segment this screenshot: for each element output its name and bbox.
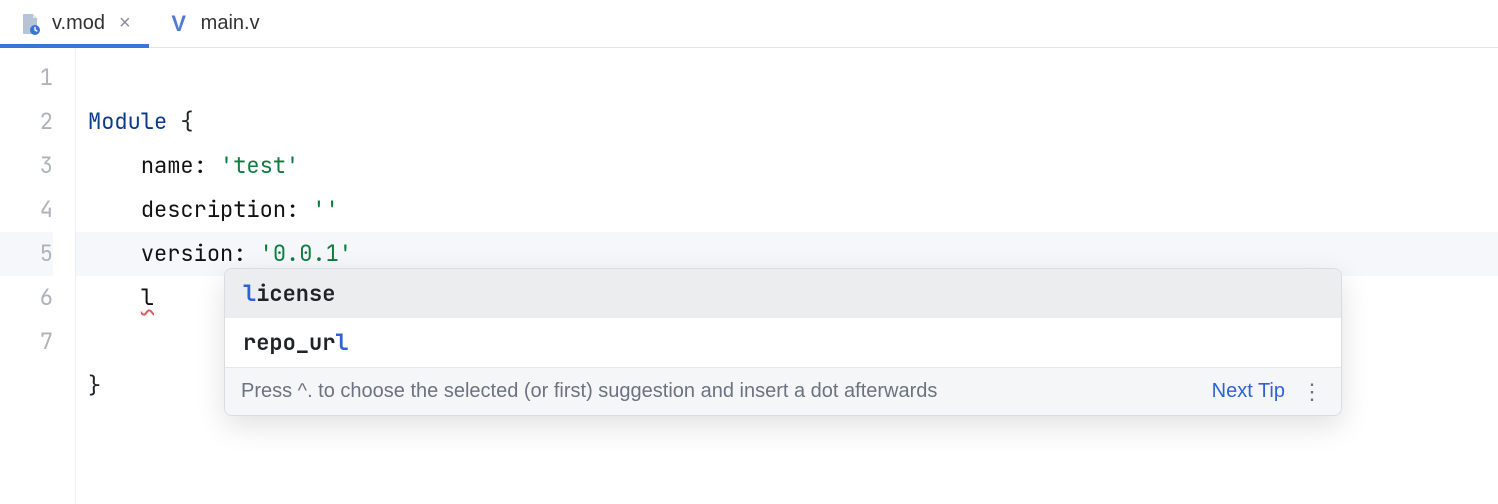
string-value: '0.0.1' bbox=[260, 239, 352, 268]
autocomplete-item-license[interactable]: license bbox=[225, 269, 1341, 318]
prop-version: version bbox=[141, 239, 233, 268]
keyword-module: Module bbox=[88, 107, 167, 136]
next-tip-link[interactable]: Next Tip bbox=[1212, 380, 1285, 403]
prop-description: description bbox=[141, 195, 286, 224]
autocomplete-item-repo-url[interactable]: repo_url bbox=[225, 318, 1341, 367]
line-number: 1 bbox=[0, 56, 53, 100]
match-fragment: l bbox=[335, 328, 348, 357]
autocomplete-popup: license repo_url Press ^. to choose the … bbox=[224, 268, 1342, 416]
tab-vmod[interactable]: v.mod × bbox=[0, 0, 149, 47]
tab-mainv[interactable]: V main.v bbox=[149, 0, 278, 47]
line-number: 5 bbox=[0, 232, 53, 276]
autocomplete-footer: Press ^. to choose the selected (or firs… bbox=[225, 367, 1341, 415]
hint-text: Press ^. to choose the selected (or firs… bbox=[241, 380, 1198, 403]
vmod-file-icon bbox=[18, 12, 42, 36]
brace: { bbox=[167, 107, 193, 136]
line-number: 2 bbox=[0, 100, 53, 144]
close-icon[interactable]: × bbox=[115, 12, 131, 35]
item-rest: repo_ur bbox=[243, 328, 335, 357]
tab-label: v.mod bbox=[52, 12, 105, 35]
more-options-icon[interactable]: ⋮ bbox=[1299, 381, 1325, 403]
line-number: 4 bbox=[0, 188, 53, 232]
tab-bar: v.mod × V main.v bbox=[0, 0, 1498, 48]
v-file-icon: V bbox=[167, 12, 191, 36]
string-value: '' bbox=[312, 195, 338, 224]
line-number: 7 bbox=[0, 320, 53, 364]
gutter: 1 2 3 4 5 6 7 bbox=[0, 48, 76, 504]
editor: 1 2 3 4 5 6 7 Module { name: 'test' desc… bbox=[0, 48, 1498, 504]
string-value: 'test' bbox=[220, 151, 299, 180]
code-area[interactable]: Module { name: 'test' description: '' ve… bbox=[76, 48, 1498, 504]
item-rest: icense bbox=[256, 279, 335, 308]
line-number: 6 bbox=[0, 276, 53, 320]
brace: } bbox=[88, 371, 101, 400]
tab-label: main.v bbox=[201, 12, 260, 35]
line-number: 3 bbox=[0, 144, 53, 188]
typed-partial: l bbox=[141, 283, 154, 312]
prop-name: name bbox=[141, 151, 194, 180]
match-fragment: l bbox=[243, 279, 256, 308]
